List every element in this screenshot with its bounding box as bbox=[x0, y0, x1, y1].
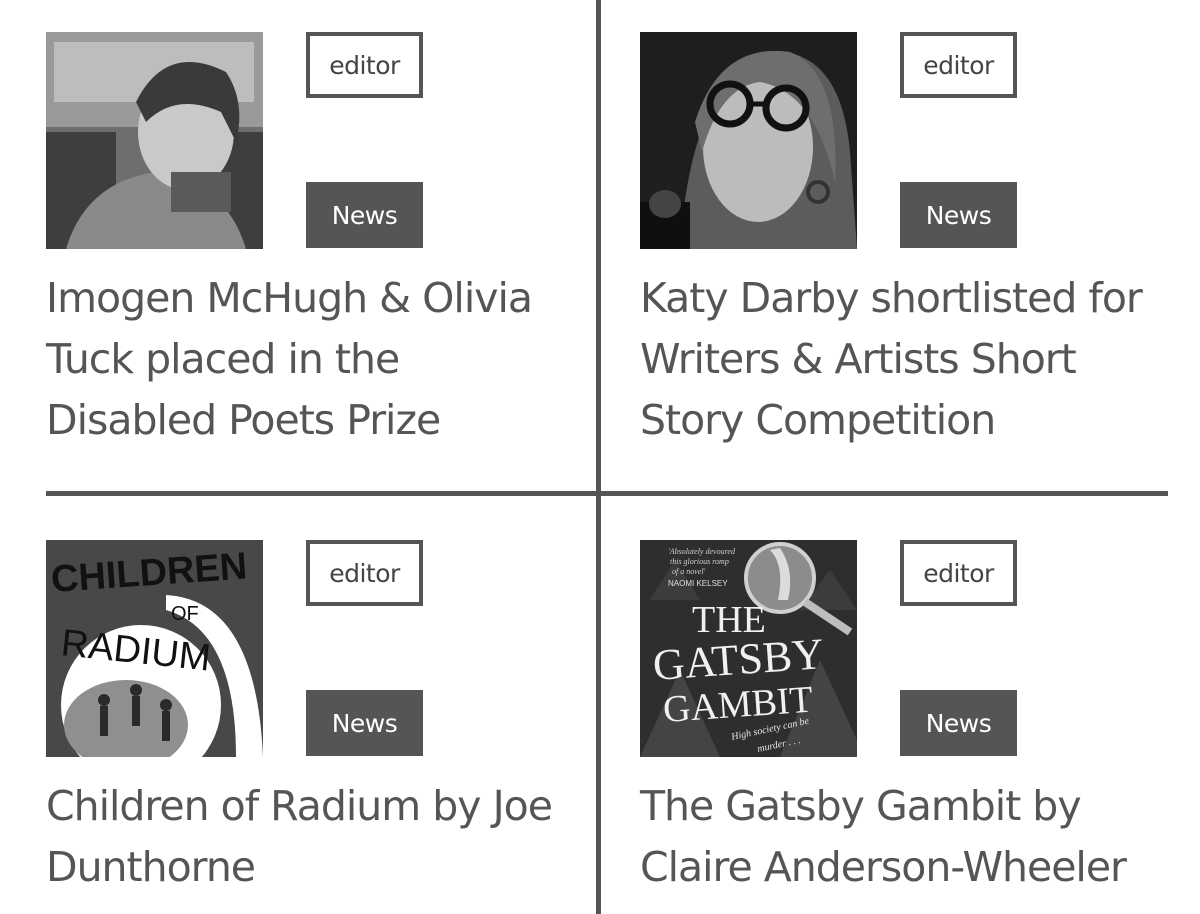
post-title-link[interactable]: Imogen McHugh & Olivia Tuck placed in th… bbox=[46, 274, 533, 444]
book-cover-image: 'Absolutely devoured this glorious romp … bbox=[640, 540, 857, 757]
category-tag[interactable]: News bbox=[900, 182, 1017, 248]
post-thumbnail-photo[interactable] bbox=[46, 32, 263, 249]
book-cover-image: CHILDREN OF RADIUM bbox=[46, 540, 263, 757]
category-tag[interactable]: News bbox=[900, 690, 1017, 756]
cover-quote-author: NAOMI KELSEY bbox=[668, 579, 728, 588]
author-tag[interactable]: editor bbox=[306, 32, 423, 98]
post-thumbnail-book-cover[interactable]: CHILDREN OF RADIUM bbox=[46, 540, 263, 757]
portrait-image bbox=[640, 32, 857, 249]
post-title-link[interactable]: The Gatsby Gambit by Claire Anderson-Whe… bbox=[640, 782, 1127, 891]
portrait-image bbox=[46, 32, 263, 249]
author-tag[interactable]: editor bbox=[306, 540, 423, 606]
row-divider bbox=[46, 491, 1168, 496]
column-divider bbox=[596, 0, 601, 914]
post-title: Katy Darby shortlisted for Writers & Art… bbox=[640, 268, 1170, 451]
post-title: Imogen McHugh & Olivia Tuck placed in th… bbox=[46, 268, 576, 451]
cover-quote-line1: 'Absolutely devoured bbox=[668, 547, 736, 556]
cover-quote-line2: this glorious romp bbox=[670, 557, 729, 566]
post-thumbnail-book-cover[interactable]: 'Absolutely devoured this glorious romp … bbox=[640, 540, 857, 757]
author-tag[interactable]: editor bbox=[900, 32, 1017, 98]
post-thumbnail-photo[interactable] bbox=[640, 32, 857, 249]
post-title: The Gatsby Gambit by Claire Anderson-Whe… bbox=[640, 776, 1170, 898]
category-tag[interactable]: News bbox=[306, 182, 423, 248]
post-title-link[interactable]: Children of Radium by Joe Dunthorne bbox=[46, 782, 553, 891]
author-tag[interactable]: editor bbox=[900, 540, 1017, 606]
post-title: Children of Radium by Joe Dunthorne bbox=[46, 776, 576, 898]
cover-title-line2: OF bbox=[171, 603, 199, 625]
cover-quote-line3: of a novel' bbox=[672, 567, 706, 576]
category-tag[interactable]: News bbox=[306, 690, 423, 756]
post-title-link[interactable]: Katy Darby shortlisted for Writers & Art… bbox=[640, 274, 1143, 444]
